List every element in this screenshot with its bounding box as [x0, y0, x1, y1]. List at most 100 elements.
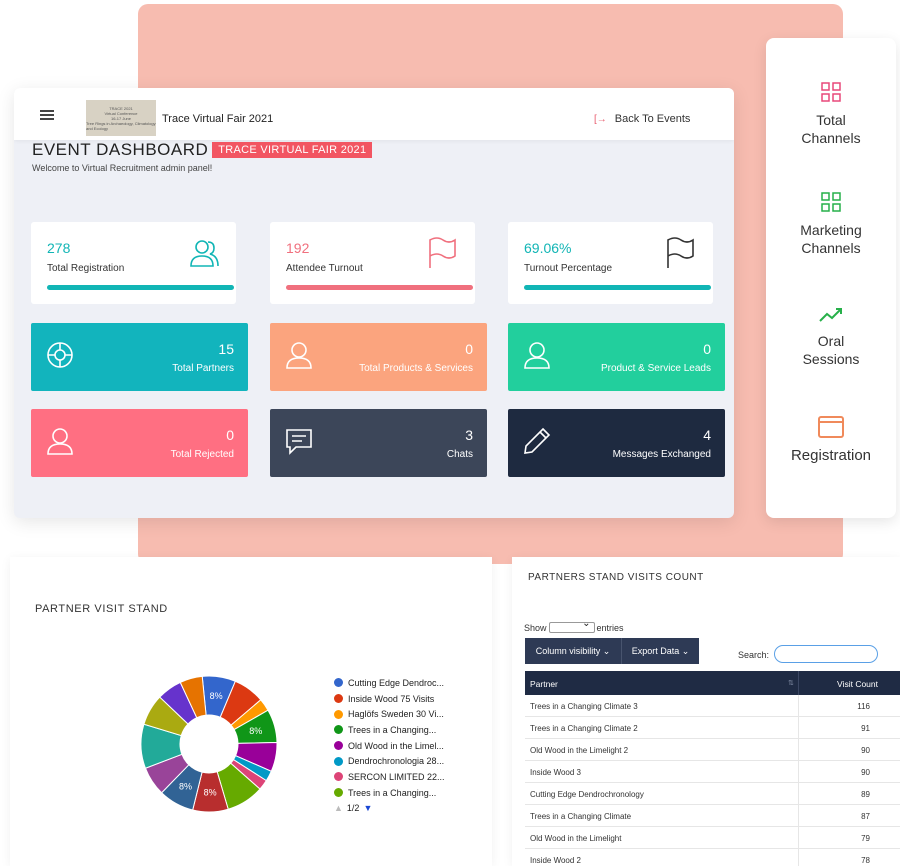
stat-card-turnout-percentage: 69.06% Turnout Percentage [508, 222, 713, 304]
legend-item[interactable]: Cutting Edge Dendroc... [334, 675, 445, 691]
table-row[interactable]: Trees in a Changing Climate 2 91 [525, 717, 900, 739]
tile-chats[interactable]: 3 Chats [270, 409, 487, 477]
column-visibility-button[interactable]: Column visibility ⌄ [525, 638, 621, 664]
visit-count-cell: 87 [861, 812, 870, 821]
legend-item[interactable]: Trees in a Changing... [334, 722, 445, 738]
legend-item[interactable]: Trees in a Changing... [334, 785, 445, 801]
stat-value: 278 [47, 240, 71, 256]
window-icon [818, 416, 844, 438]
legend-swatch [334, 678, 343, 688]
entries-select[interactable] [548, 618, 595, 633]
tile-label: Chats [446, 449, 473, 460]
legend-item[interactable]: Inside Wood 75 Visits [334, 691, 445, 707]
page-title-text: EVENT DASHBOARD [32, 140, 209, 159]
logout-icon: [→ [594, 114, 607, 125]
column-header-visit-count[interactable]: Visit Count [837, 679, 878, 689]
partner-cell: Trees in a Changing Climate 2 [530, 724, 638, 733]
entries-label: entries [596, 623, 624, 633]
event-badge: TRACE VIRTUAL FAIR 2021 [212, 142, 373, 158]
tile-value: 15 [218, 341, 234, 357]
partner-cell: Old Wood in the Limelight 2 [530, 746, 629, 755]
trend-icon [819, 308, 842, 322]
channel-total[interactable]: Total Channels [766, 81, 896, 147]
tile-products-services[interactable]: 0 Total Products & Services [270, 323, 487, 391]
chat-icon [286, 429, 312, 455]
pager-down-icon[interactable]: ▼ [363, 803, 372, 813]
stat-value: 69.06% [524, 240, 572, 256]
table-row[interactable]: Inside Wood 2 78 [525, 849, 900, 866]
visit-count-cell: 116 [857, 702, 870, 711]
grid-icon [821, 82, 841, 102]
channel-oral-sessions[interactable]: Oral Sessions [766, 306, 896, 368]
legend-item[interactable]: Dendrochronologia 28... [334, 753, 445, 769]
chart-legend: Cutting Edge Dendroc... Inside Wood 75 Vi… [334, 675, 445, 801]
channel-label: Marketing [800, 222, 862, 238]
tile-value: 0 [226, 427, 234, 443]
channels-card: Total Channels Marketing Channels Oral S… [766, 38, 896, 518]
pie-data-label: 8% [179, 781, 192, 791]
legend-item[interactable]: Haglöfs Sweden 30 Vi... [334, 706, 445, 722]
legend-item[interactable]: Old Wood in the Limel... [334, 738, 445, 754]
column-divider [798, 671, 799, 695]
tile-value: 3 [465, 427, 473, 443]
search-input[interactable] [774, 645, 878, 663]
table-row[interactable]: Old Wood in the Limelight 2 90 [525, 739, 900, 761]
legend-label: Inside Wood 75 Visits [348, 693, 435, 704]
table-row[interactable]: Trees in a Changing Climate 3 116 [525, 695, 900, 717]
column-header-partner[interactable]: Partner [530, 679, 558, 689]
legend-swatch [334, 725, 343, 735]
visit-count-cell: 79 [861, 834, 870, 843]
visit-count-cell: 91 [861, 724, 870, 733]
partner-cell: Cutting Edge Dendrochronology [530, 790, 644, 799]
flag-icon [667, 237, 694, 268]
visit-count-cell: 90 [861, 746, 870, 755]
legend-swatch [334, 772, 343, 782]
show-label: Show [524, 623, 547, 633]
back-to-events-link[interactable]: [→ Back To Events [594, 113, 690, 125]
tile-total-partners[interactable]: 15 Total Partners [31, 323, 248, 391]
welcome-text: Welcome to Virtual Recruitment admin pan… [32, 163, 213, 173]
export-data-button[interactable]: Export Data ⌄ [621, 638, 699, 664]
visit-count-cell: 89 [861, 790, 870, 799]
channel-registration[interactable]: Registration [766, 415, 896, 465]
event-title: Trace Virtual Fair 2021 [162, 113, 274, 125]
tile-total-rejected[interactable]: 0 Total Rejected [31, 409, 248, 477]
column-divider [798, 761, 799, 783]
tile-service-leads[interactable]: 0 Product & Service Leads [508, 323, 725, 391]
legend-swatch [334, 709, 343, 719]
table-row[interactable]: Old Wood in the Limelight 79 [525, 827, 900, 849]
logo-text: Tree Rings in Archaeology, Climatology a… [86, 120, 156, 131]
top-bar: TRACE 2021 Virtual Conference 16-17 June… [14, 88, 734, 140]
partner-cell: Inside Wood 2 [530, 856, 581, 865]
tile-value: 0 [465, 341, 473, 357]
table-row[interactable]: Trees in a Changing Climate 87 [525, 805, 900, 827]
column-divider [798, 717, 799, 739]
legend-item[interactable]: SERCON LIMITED 22... [334, 769, 445, 785]
stat-progress-bar [47, 285, 234, 290]
partner-visit-stand-card: PARTNER VISIT STAND 8% 8% 8% 8% Cutting Edg… [10, 557, 492, 866]
column-divider [798, 739, 799, 761]
legend-swatch [334, 788, 343, 798]
pager-up-icon[interactable]: ▲ [334, 803, 343, 813]
tile-label: Messages Exchanged [612, 449, 711, 460]
back-to-events-label: Back To Events [614, 113, 691, 125]
tile-value: 4 [703, 427, 711, 443]
legend-label: Dendrochronologia 28... [348, 756, 445, 767]
channel-marketing[interactable]: Marketing Channels [766, 191, 896, 257]
pencil-icon [524, 427, 551, 454]
partner-cell: Trees in a Changing Climate [530, 812, 632, 821]
table-row[interactable]: Inside Wood 3 90 [525, 761, 900, 783]
sort-icon[interactable]: ⇅ [788, 679, 794, 687]
pie-card-title: PARTNER VISIT STAND [35, 603, 168, 615]
pie-data-label: 8% [249, 726, 262, 736]
tile-messages-exchanged[interactable]: 4 Messages Exchanged [508, 409, 725, 477]
tile-label: Total Partners [172, 363, 234, 374]
visit-count-cell: 78 [861, 856, 870, 865]
legend-swatch [334, 756, 343, 766]
channel-label: Registration [790, 447, 872, 464]
table-row[interactable]: Cutting Edge Dendrochronology 89 [525, 783, 900, 805]
stat-card-registration: 278 Total Registration [31, 222, 236, 304]
channel-label: Oral [817, 333, 845, 349]
menu-icon[interactable] [40, 110, 54, 120]
event-logo: TRACE 2021 Virtual Conference 16-17 June… [86, 100, 156, 136]
